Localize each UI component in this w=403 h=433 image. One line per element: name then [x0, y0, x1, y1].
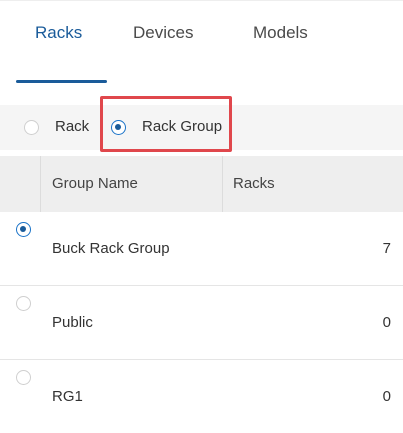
column-header-group-name[interactable]: Group Name — [52, 175, 138, 192]
table-row[interactable]: Public 0 — [0, 286, 403, 360]
tab-racks[interactable]: Racks — [35, 23, 82, 43]
highlight-box — [100, 96, 232, 152]
table-row[interactable]: RG1 0 — [0, 360, 403, 433]
racks-count-cell: 0 — [382, 314, 391, 331]
table-header: Group Name Racks — [0, 156, 403, 212]
active-tab-indicator — [16, 80, 107, 83]
tab-bar: Racks Devices Models — [0, 10, 403, 83]
rack-radio[interactable] — [24, 120, 39, 135]
table-row[interactable]: Buck Rack Group 7 — [0, 212, 403, 286]
rack-radio-label[interactable]: Rack — [55, 118, 89, 135]
tab-devices[interactable]: Devices — [133, 23, 193, 43]
group-name-cell: Buck Rack Group — [52, 240, 170, 257]
racks-count-cell: 0 — [382, 388, 391, 405]
top-border — [0, 0, 403, 5]
group-name-cell: Public — [52, 314, 93, 331]
racks-count-cell: 7 — [382, 240, 391, 257]
column-divider — [222, 156, 223, 212]
column-divider — [40, 156, 41, 212]
row-select-radio[interactable] — [16, 370, 31, 385]
row-select-radio[interactable] — [16, 222, 31, 237]
group-name-cell: RG1 — [52, 388, 83, 405]
tab-models[interactable]: Models — [253, 23, 308, 43]
row-select-radio[interactable] — [16, 296, 31, 311]
column-header-racks[interactable]: Racks — [233, 175, 275, 192]
